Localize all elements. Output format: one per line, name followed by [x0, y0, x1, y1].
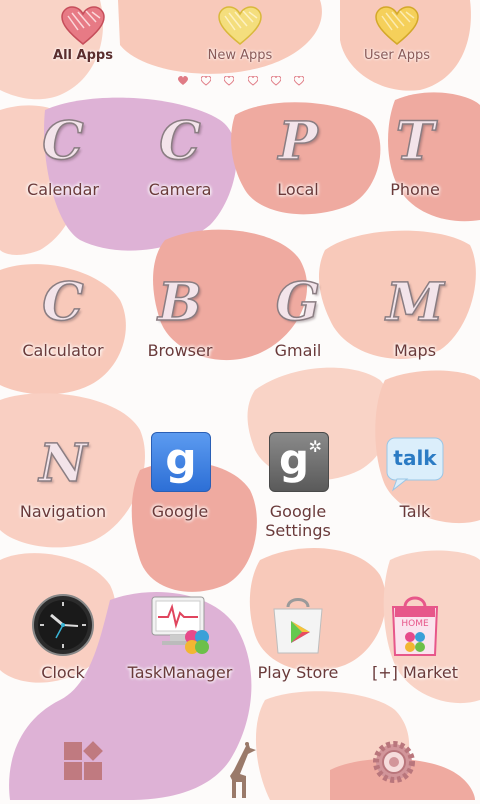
page-dot[interactable]: [201, 76, 212, 86]
red-heart-icon: [61, 6, 105, 45]
page-dot-active[interactable]: [178, 76, 188, 86]
giraffe-icon[interactable]: [212, 740, 272, 798]
settings-gear-icon[interactable]: [364, 740, 424, 796]
app-label: Local: [277, 180, 319, 199]
talk-icon: talk: [383, 432, 447, 496]
play-store-icon: [266, 593, 330, 657]
app-label: Play Store: [257, 663, 339, 682]
app-talk[interactable]: talk Talk: [356, 422, 474, 542]
app-google[interactable]: g Google: [121, 422, 239, 542]
letter-c-icon: C: [42, 110, 85, 173]
letter-g-icon: G: [275, 271, 321, 334]
gold-heart-icon: [375, 6, 419, 45]
letter-m-icon: M: [385, 271, 444, 334]
app-label: Browser: [147, 341, 213, 360]
app-label: Calendar: [27, 180, 99, 199]
app-task-manager[interactable]: TaskManager: [121, 583, 239, 703]
gear-badge-icon: ✲: [308, 437, 322, 456]
app-label: [+] Market: [372, 663, 458, 682]
app-play-store[interactable]: Play Store: [239, 583, 357, 703]
tab-all-apps[interactable]: All Apps: [23, 6, 143, 76]
page-indicator: [178, 76, 304, 88]
google-settings-icon: g ✲: [266, 432, 330, 496]
talk-text: talk: [393, 446, 437, 470]
market-bag-icon: HOME: [383, 593, 447, 657]
app-browser[interactable]: B Browser: [121, 261, 239, 381]
apps-grid-icon[interactable]: [54, 740, 114, 796]
app-phone[interactable]: T Phone: [356, 100, 474, 220]
app-calendar[interactable]: C Calendar: [4, 100, 122, 220]
page-dot[interactable]: [270, 76, 281, 86]
letter-t-icon: T: [395, 110, 435, 173]
app-navigation[interactable]: N Navigation: [4, 422, 122, 542]
tab-label: New Apps: [207, 48, 273, 63]
google-g-glyph: g: [165, 434, 197, 485]
letter-c-icon: C: [42, 271, 85, 334]
app-camera[interactable]: C Camera: [121, 100, 239, 220]
app-label: Talk: [399, 502, 431, 521]
app-label: Phone: [390, 180, 440, 199]
tab-user-apps[interactable]: User Apps: [337, 6, 457, 76]
letter-p-icon: P: [278, 110, 319, 173]
letter-n-icon: N: [38, 432, 87, 495]
app-clock[interactable]: Clock: [4, 583, 122, 703]
task-manager-icon: [148, 593, 212, 657]
app-label: TaskManager: [127, 663, 233, 682]
app-label: Navigation: [19, 502, 107, 521]
clock-icon: [31, 593, 95, 657]
google-search-icon: g: [148, 432, 212, 496]
app-label: Gmail: [274, 341, 322, 360]
app-label: Maps: [393, 341, 437, 360]
app-market[interactable]: HOME [+] Market: [356, 583, 474, 703]
app-gmail[interactable]: G Gmail: [239, 261, 357, 381]
app-local[interactable]: P Local: [239, 100, 357, 220]
yellow-heart-icon: [218, 6, 262, 45]
app-label: Google: [151, 502, 209, 521]
tab-label: All Apps: [53, 48, 113, 63]
letter-c-icon: C: [159, 110, 202, 173]
page-dot[interactable]: [247, 76, 258, 86]
tab-label: User Apps: [364, 48, 430, 63]
app-calculator[interactable]: C Calculator: [4, 261, 122, 381]
app-label: Calculator: [22, 341, 104, 360]
tab-new-apps[interactable]: New Apps: [180, 6, 300, 76]
page-dot[interactable]: [293, 76, 304, 86]
app-label: Clock: [41, 663, 85, 682]
app-google-settings[interactable]: g ✲ Google Settings: [239, 422, 357, 542]
app-label: Google Settings: [265, 502, 331, 540]
dock-bar: [0, 730, 480, 800]
home-bag-text: HOME: [401, 619, 429, 629]
app-maps[interactable]: M Maps: [356, 261, 474, 381]
app-label: Camera: [148, 180, 212, 199]
page-dot[interactable]: [224, 76, 235, 86]
letter-b-icon: B: [157, 271, 202, 334]
